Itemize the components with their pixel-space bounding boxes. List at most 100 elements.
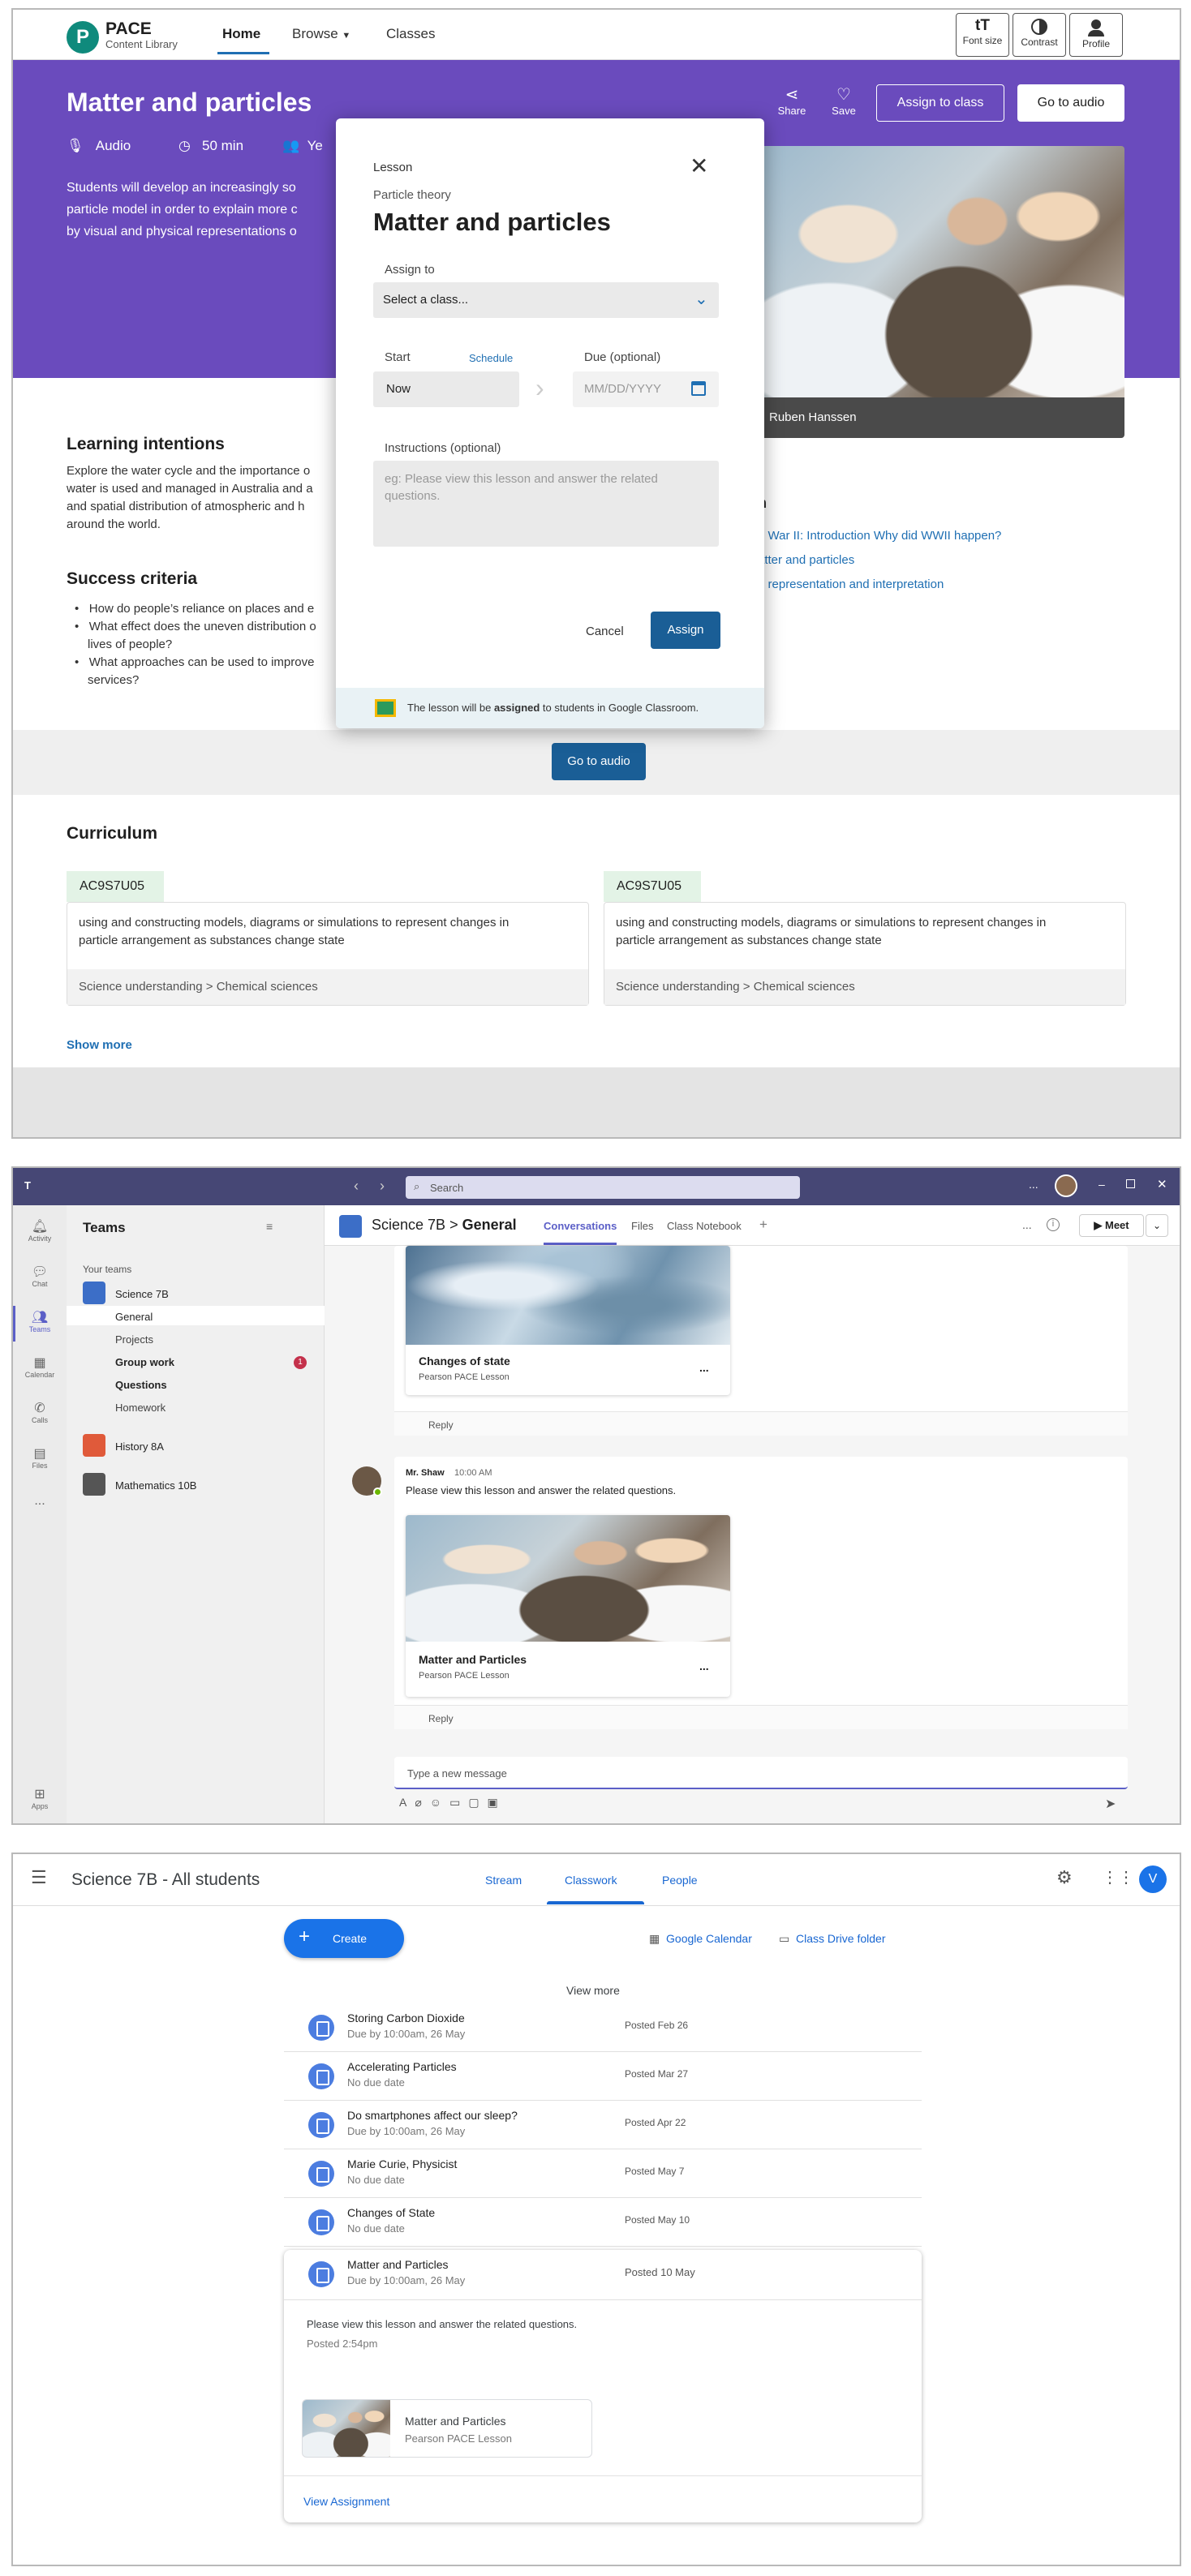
classwork-item[interactable]: Marie Curie, Physicist No due date Posted … [284, 2149, 922, 2198]
due-placeholder: MM/DD/YYYY [584, 382, 662, 396]
pace-logo[interactable]: P [67, 21, 99, 54]
start-field[interactable]: Now [373, 371, 519, 407]
due-date-field[interactable]: MM/DD/YYYY [573, 371, 719, 407]
view-assignment-link[interactable]: View Assignment [303, 2495, 389, 2508]
more-icon[interactable]: ... [699, 1659, 709, 1672]
classwork-item[interactable]: Do smartphones affect our sleep? Due by 1… [284, 2101, 922, 2149]
sticker-icon[interactable]: ▢ [468, 1796, 487, 1809]
minimize-icon[interactable]: – [1099, 1178, 1105, 1191]
profile-button[interactable]: Profile [1069, 13, 1123, 57]
gif-icon[interactable]: ▭ [449, 1796, 468, 1809]
hamburger-icon[interactable]: ☰ [31, 1867, 47, 1888]
related-link[interactable]: atter and particles [758, 553, 854, 567]
font-size-button[interactable]: tT Font size [956, 13, 1009, 57]
classwork-item[interactable]: Accelerating Particles No due date Posted … [284, 2052, 922, 2101]
more-icon[interactable]: ... [699, 1361, 709, 1374]
tab-files[interactable]: Files [631, 1220, 653, 1232]
apps-grid-icon[interactable]: ⋮⋮ [1102, 1867, 1134, 1887]
forward-icon[interactable]: › [380, 1178, 385, 1195]
show-more-link[interactable]: Show more [67, 1038, 132, 1052]
rail-more[interactable]: ... [13, 1494, 67, 1509]
tab-class-notebook[interactable]: Class Notebook [667, 1220, 742, 1232]
channel-projects[interactable]: Projects [115, 1333, 153, 1346]
more-options-icon[interactable]: ... [1029, 1178, 1038, 1191]
google-calendar-link[interactable]: ▦ Google Calendar [649, 1932, 752, 1946]
schedule-link[interactable]: Schedule [469, 352, 513, 364]
assignment-instructions: Please view this lesson and answer the r… [307, 2318, 578, 2330]
classwork-item[interactable]: Changes of State No due date Posted May 10 [284, 2198, 922, 2247]
team-mathematics-10b[interactable]: Mathematics 10B [115, 1479, 196, 1492]
tab-stream[interactable]: Stream [485, 1874, 522, 1887]
assign-to-class-button[interactable]: Assign to class [876, 84, 1004, 122]
nav-classes[interactable]: Classes [386, 26, 435, 42]
expanded-header[interactable]: Matter and Particles Due by 10:00am, 26 … [284, 2250, 922, 2300]
back-icon[interactable]: ‹ [354, 1178, 359, 1195]
related-link[interactable]: d War II: Introduction Why did WWII happ… [758, 529, 1001, 543]
instructions-textarea[interactable]: eg: Please view this lesson and answer t… [373, 461, 719, 547]
drive-label: Class Drive folder [796, 1932, 886, 1945]
post-message: Please view this lesson and answer the r… [406, 1484, 677, 1496]
channel-homework[interactable]: Homework [115, 1402, 166, 1414]
rail-label: Files [32, 1462, 48, 1470]
emoji-icon[interactable]: ☺ [430, 1796, 449, 1809]
channel-group-work[interactable]: Group work [115, 1356, 174, 1368]
cancel-button[interactable]: Cancel [586, 625, 624, 638]
compose-box[interactable]: Type a new message [394, 1757, 1128, 1789]
share-button[interactable]: ⋖ Share [772, 84, 811, 117]
channel-questions[interactable]: Questions [115, 1379, 167, 1391]
rail-label: Calls [31, 1416, 48, 1424]
schedule-meeting-icon[interactable]: ▣ [488, 1796, 506, 1809]
filter-icon[interactable]: ≡ [266, 1220, 273, 1233]
go-to-audio-bottom-button[interactable]: Go to audio [552, 743, 646, 780]
nav-home[interactable]: Home [222, 26, 260, 42]
tab-people[interactable]: People [662, 1874, 698, 1887]
lesson-card[interactable]: Matter and Particles Pearson PACE Lesson… [406, 1515, 730, 1697]
go-to-audio-button[interactable]: Go to audio [1017, 84, 1124, 122]
close-icon[interactable]: ✕ [690, 152, 708, 179]
search-placeholder: Search [430, 1182, 464, 1194]
chevron-down-icon[interactable]: ⌄ [1146, 1214, 1168, 1237]
channel-general[interactable]: General [115, 1311, 153, 1323]
send-icon[interactable]: ➤ [1105, 1796, 1116, 1812]
lesson-card[interactable]: Changes of state Pearson PACE Lesson ... [406, 1246, 730, 1395]
maximize-icon[interactable] [1126, 1179, 1135, 1188]
rail-teams[interactable]: 👥︎ Teams [13, 1309, 67, 1333]
create-button[interactable]: + Create [284, 1919, 404, 1958]
nav-browse[interactable]: Browse ▼ [292, 26, 350, 42]
close-window-icon[interactable]: ✕ [1157, 1177, 1167, 1191]
rail-chat[interactable]: 💬︎ Chat [13, 1264, 67, 1288]
classwork-item[interactable]: Storing Carbon Dioxide Due by 10:00am, 26… [284, 2003, 922, 2052]
rail-apps[interactable]: ⊞ Apps [13, 1786, 67, 1810]
assign-button[interactable]: Assign [651, 612, 720, 649]
compose-placeholder: Type a new message [407, 1767, 507, 1780]
attach-icon[interactable]: ⌀ [415, 1796, 429, 1809]
related-link[interactable]: n representation and interpretation [758, 577, 944, 591]
format-icon[interactable]: A [399, 1796, 415, 1809]
team-science-7b[interactable]: Science 7B [115, 1288, 169, 1300]
rail-activity[interactable]: 🔔︎ Activity [13, 1218, 67, 1243]
avatar[interactable]: V [1139, 1865, 1167, 1893]
rail-calls[interactable]: ✆ Calls [13, 1400, 67, 1424]
settings-icon[interactable]: ⚙ [1056, 1867, 1073, 1888]
rail-calendar[interactable]: ▦ Calendar [13, 1355, 67, 1379]
calendar-icon[interactable] [691, 381, 706, 396]
meet-button[interactable]: ▶︎ Meet [1079, 1214, 1144, 1237]
contrast-button[interactable]: Contrast [1013, 13, 1066, 57]
attachment-card[interactable]: Matter and Particles Pearson PACE Lesson [302, 2399, 592, 2458]
search-input[interactable]: ⌕ Search [406, 1176, 800, 1199]
class-select[interactable]: Select a class... ⌄ [373, 282, 719, 318]
tab-classwork[interactable]: Classwork [565, 1874, 617, 1887]
info-icon[interactable]: i [1047, 1218, 1060, 1231]
user-avatar[interactable] [1055, 1174, 1077, 1197]
team-history-8a[interactable]: History 8A [115, 1440, 164, 1453]
more-icon[interactable]: ... [1022, 1218, 1032, 1231]
reply-link[interactable]: Reply [428, 1713, 454, 1724]
view-more-link[interactable]: View more [566, 1984, 620, 1997]
card-subtitle: Pearson PACE Lesson [419, 1671, 510, 1681]
rail-files[interactable]: ▤ Files [13, 1445, 67, 1470]
tab-conversations[interactable]: Conversations [544, 1220, 617, 1232]
save-button[interactable]: ♡ Save [824, 84, 863, 117]
drive-folder-link[interactable]: ▭ Class Drive folder [779, 1932, 886, 1946]
reply-link[interactable]: Reply [428, 1419, 454, 1431]
add-tab-icon[interactable]: + [759, 1217, 767, 1233]
